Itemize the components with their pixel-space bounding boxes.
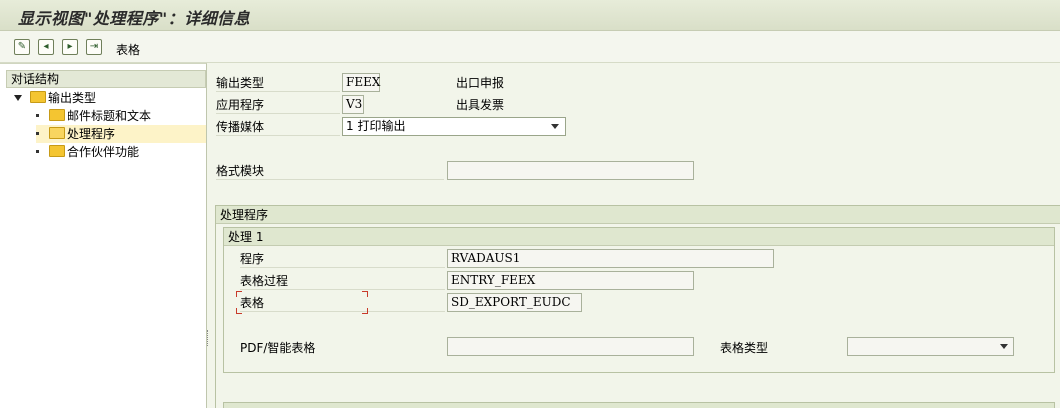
form-module-field[interactable] [447, 161, 694, 180]
form-field[interactable]: SD_EXPORT_EUDC [447, 293, 582, 312]
processing-group-title: 处理程序 [216, 206, 1060, 224]
medium-dropdown[interactable]: 1 打印输出 [342, 117, 566, 136]
tree-item-processing-routines[interactable]: 处理程序 [36, 125, 206, 143]
form-type-dropdown[interactable] [847, 337, 1014, 356]
application-field[interactable]: V3 [342, 95, 364, 114]
chevron-down-icon [551, 124, 559, 129]
open-folder-icon [49, 127, 65, 139]
application-toolbar: ✎ ◂ ▸ ⇥ [0, 31, 1060, 63]
processing-1-title: 处理 1 [224, 228, 1054, 246]
focus-corner-mark [236, 308, 242, 314]
change-display-icon[interactable]: ✎ [14, 39, 30, 55]
focus-corner-mark [236, 291, 242, 297]
tree-item-label: 邮件标题和文本 [67, 109, 152, 123]
form-routine-label: 表格过程 [240, 272, 445, 290]
medium-label: 传播媒体 [216, 118, 340, 136]
output-type-field[interactable]: FEEX [342, 73, 380, 92]
panel-splitter[interactable] [207, 330, 210, 346]
expand-arrow-icon[interactable] [14, 95, 22, 101]
program-field[interactable]: RVADAUS1 [447, 249, 774, 268]
folder-icon [30, 91, 46, 103]
focus-corner-mark [362, 308, 368, 314]
tree-item-partner-functions[interactable]: 合作伙伴功能 [36, 143, 139, 161]
other-entry-icon[interactable]: ⇥ [86, 39, 102, 55]
pdf-smartform-field[interactable] [447, 337, 694, 356]
application-description: 出具发票 [456, 98, 505, 112]
application-label: 应用程序 [216, 96, 340, 114]
tree-item-output-types[interactable]: 输出类型 [14, 89, 96, 107]
dialog-structure-header: 对话结构 [6, 70, 206, 88]
chevron-down-icon [1000, 344, 1008, 349]
medium-value: 1 打印输出 [346, 119, 406, 133]
form-button[interactable]: 表格 [116, 41, 140, 58]
form-type-label: 表格类型 [720, 341, 769, 355]
folder-icon [49, 145, 65, 157]
previous-entry-icon[interactable]: ◂ [38, 39, 54, 55]
folder-icon [49, 109, 65, 121]
form-module-label: 格式模块 [216, 162, 444, 180]
focus-corner-mark [362, 291, 368, 297]
window-title: 显示视图"处理程序"：详细信息 [18, 9, 251, 28]
pdf-smartform-label: PDF/智能表格 [240, 341, 316, 355]
title-bar: 显示视图"处理程序"：详细信息 [0, 0, 1060, 31]
tree-item-label: 输出类型 [48, 91, 97, 105]
form-label: 表格 [240, 294, 445, 312]
tree-item-label: 处理程序 [67, 127, 116, 141]
form-routine-field[interactable]: ENTRY_FEEX [447, 271, 694, 290]
tree-item-label: 合作伙伴功能 [67, 145, 140, 159]
tree-item-mail-title-text[interactable]: 邮件标题和文本 [36, 107, 151, 125]
output-type-label: 输出类型 [216, 74, 340, 92]
next-entry-icon[interactable]: ▸ [62, 39, 78, 55]
output-type-description: 出口申报 [456, 76, 505, 90]
program-label: 程序 [240, 250, 445, 268]
processing-2-group [223, 402, 1055, 408]
